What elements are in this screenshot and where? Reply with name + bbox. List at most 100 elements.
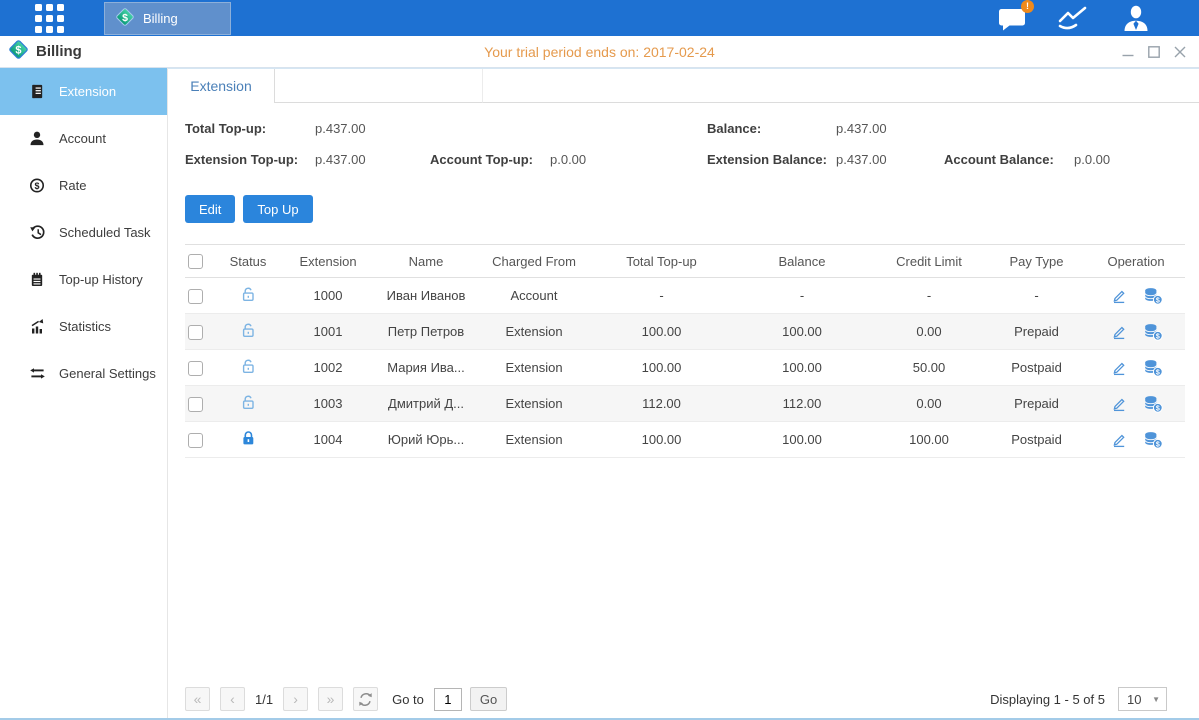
cell-credit-limit: 0.00 xyxy=(872,314,986,350)
lock-open-icon[interactable] xyxy=(240,322,257,339)
sidebar-item-label: Rate xyxy=(59,178,86,193)
edit-pencil-icon[interactable] xyxy=(1110,359,1128,377)
statistics-chart-icon[interactable] xyxy=(1057,5,1091,31)
column-header-total-top-up: Total Top-up xyxy=(591,245,732,278)
first-page-button[interactable]: « xyxy=(185,687,210,711)
prev-page-button[interactable]: ‹ xyxy=(220,687,245,711)
tab-extension[interactable]: Extension xyxy=(168,69,275,103)
svg-text:$: $ xyxy=(1155,297,1159,304)
cell-extension: 1000 xyxy=(281,278,375,314)
maximize-button[interactable] xyxy=(1147,45,1161,59)
edit-pencil-icon[interactable] xyxy=(1110,395,1128,413)
row-checkbox[interactable] xyxy=(188,289,203,304)
topup-coins-icon[interactable]: $ xyxy=(1143,431,1163,449)
edit-pencil-icon[interactable] xyxy=(1110,431,1128,449)
cell-extension: 1002 xyxy=(281,350,375,386)
row-checkbox[interactable] xyxy=(188,361,203,376)
pagination-bar: « ‹ 1/1 › » Go to Go Displaying 1 - 5 of… xyxy=(185,687,1167,711)
cell-extension: 1003 xyxy=(281,386,375,422)
sidebar-item-label: Statistics xyxy=(59,319,111,334)
user-account-icon[interactable] xyxy=(1121,5,1151,31)
sidebar-item-rate[interactable]: $ Rate xyxy=(0,162,167,209)
cell-balance: 100.00 xyxy=(732,422,872,458)
messages-icon[interactable]: ! xyxy=(998,6,1027,31)
sidebar-item-general-settings[interactable]: General Settings xyxy=(0,350,167,397)
extension-balance-label: Extension Balance: xyxy=(707,152,836,167)
sidebar-item-scheduled-task[interactable]: Scheduled Task xyxy=(0,209,167,256)
sliders-icon xyxy=(28,365,46,382)
table-row: 1001Петр ПетровExtension100.00100.000.00… xyxy=(185,314,1185,350)
cell-pay-type: Prepaid xyxy=(986,386,1087,422)
person-icon xyxy=(28,130,46,147)
chevron-down-icon: ▼ xyxy=(1152,695,1160,704)
sidebar-item-label: General Settings xyxy=(59,366,156,381)
cell-charged-from: Account xyxy=(477,278,591,314)
topup-coins-icon[interactable]: $ xyxy=(1143,395,1163,413)
notepad-icon xyxy=(28,271,46,288)
clock-history-icon xyxy=(28,224,46,241)
svg-text:$: $ xyxy=(1155,405,1159,412)
column-header-extension: Extension xyxy=(281,245,375,278)
close-button[interactable] xyxy=(1173,45,1187,59)
column-header-operation: Operation xyxy=(1087,245,1185,278)
lock-open-icon[interactable] xyxy=(240,358,257,375)
select-all-checkbox[interactable] xyxy=(188,254,203,269)
stats-icon xyxy=(28,318,46,335)
svg-text:$: $ xyxy=(15,44,21,56)
refresh-button[interactable] xyxy=(353,687,378,711)
sidebar-item-label: Extension xyxy=(59,84,116,99)
lock-open-icon[interactable] xyxy=(240,394,257,411)
sidebar-item-extension[interactable]: Extension xyxy=(0,68,167,115)
topup-coins-icon[interactable]: $ xyxy=(1143,359,1163,377)
taskbar-billing-tab[interactable]: $ Billing xyxy=(104,2,231,35)
top-up-button[interactable]: Top Up xyxy=(243,195,312,223)
page-size-select[interactable]: 10 ▼ xyxy=(1118,687,1167,711)
topup-coins-icon[interactable]: $ xyxy=(1143,323,1163,341)
topup-coins-icon[interactable]: $ xyxy=(1143,287,1163,305)
svg-text:$: $ xyxy=(1155,333,1159,340)
sidebar-item-account[interactable]: Account xyxy=(0,115,167,162)
sidebar-item-top-up-history[interactable]: Top-up History xyxy=(0,256,167,303)
cell-pay-type: Postpaid xyxy=(986,350,1087,386)
notification-badge: ! xyxy=(1021,0,1034,13)
svg-text:$: $ xyxy=(1155,441,1159,448)
goto-page-input[interactable] xyxy=(434,688,462,711)
cell-total-topup: 100.00 xyxy=(591,350,732,386)
go-button[interactable]: Go xyxy=(470,687,507,711)
page-indicator: 1/1 xyxy=(255,692,273,707)
dollar-circle-icon: $ xyxy=(28,177,46,194)
extension-table: StatusExtensionNameCharged FromTotal Top… xyxy=(185,244,1185,458)
lock-open-icon[interactable] xyxy=(240,286,257,303)
row-checkbox[interactable] xyxy=(188,433,203,448)
cell-charged-from: Extension xyxy=(477,386,591,422)
next-page-button[interactable]: › xyxy=(283,687,308,711)
cell-name: Юрий Юрь... xyxy=(375,422,477,458)
last-page-button[interactable]: » xyxy=(318,687,343,711)
table-row: 1003Дмитрий Д...Extension112.00112.000.0… xyxy=(185,386,1185,422)
svg-text:$: $ xyxy=(35,181,40,191)
total-topup-label: Total Top-up: xyxy=(185,121,315,136)
cell-pay-type: Postpaid xyxy=(986,422,1087,458)
sidebar-item-statistics[interactable]: Statistics xyxy=(0,303,167,350)
lock-closed-icon[interactable] xyxy=(240,430,257,447)
app-grid-icon[interactable] xyxy=(35,4,64,33)
table-row: 1004Юрий Юрь...Extension100.00100.00100.… xyxy=(185,422,1185,458)
column-header-pay-type: Pay Type xyxy=(986,245,1087,278)
row-checkbox[interactable] xyxy=(188,325,203,340)
edit-pencil-icon[interactable] xyxy=(1110,323,1128,341)
edit-pencil-icon[interactable] xyxy=(1110,287,1128,305)
row-checkbox[interactable] xyxy=(188,397,203,412)
sidebar-item-label: Account xyxy=(59,131,106,146)
billing-diamond-icon: $ xyxy=(8,39,29,64)
displaying-text: Displaying 1 - 5 of 5 xyxy=(990,692,1105,707)
sidebar-item-label: Top-up History xyxy=(59,272,143,287)
column-header-charged-from: Charged From xyxy=(477,245,591,278)
extension-topup-label: Extension Top-up: xyxy=(185,152,315,167)
cell-balance: 100.00 xyxy=(732,350,872,386)
main-panel: Extension Total Top-up: p.437.00 Balance… xyxy=(168,68,1199,718)
minimize-button[interactable] xyxy=(1121,45,1135,59)
billing-summary: Total Top-up: p.437.00 Balance: p.437.00… xyxy=(185,117,1110,170)
edit-button[interactable]: Edit xyxy=(185,195,235,223)
extension-balance-value: p.437.00 xyxy=(836,152,944,167)
page-size-value: 10 xyxy=(1127,692,1141,707)
